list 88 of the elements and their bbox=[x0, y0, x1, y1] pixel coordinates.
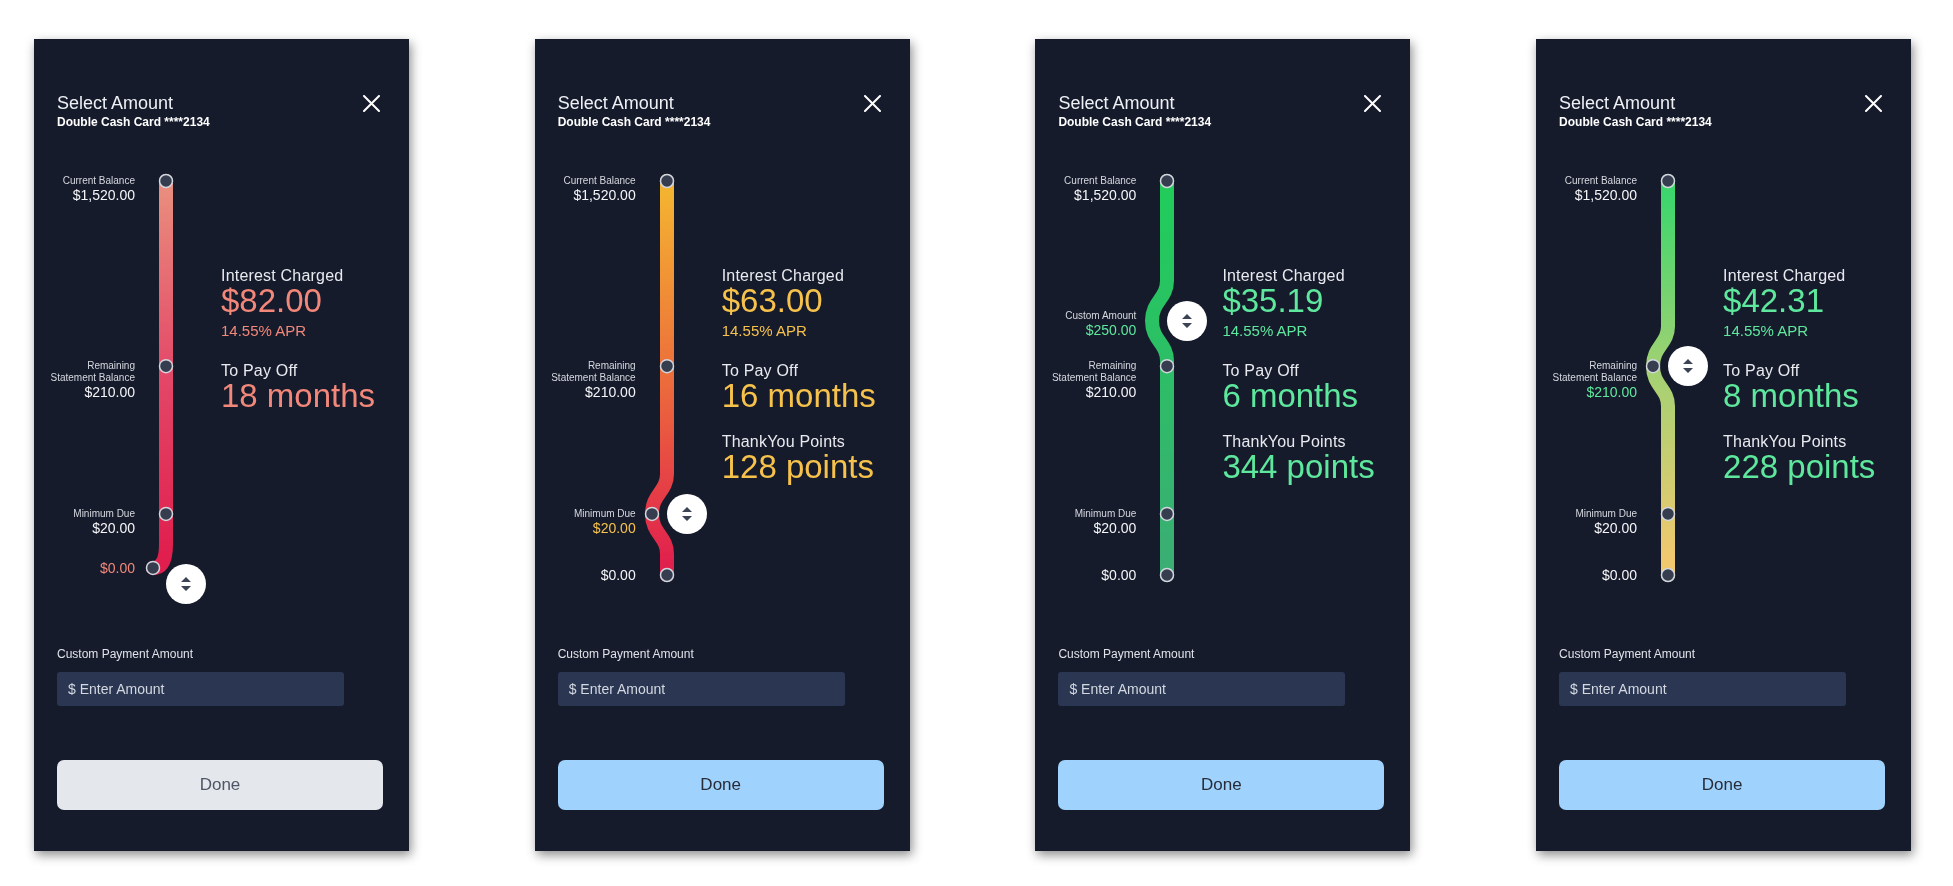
marker-amount: $0.00 bbox=[600, 567, 636, 583]
stat-value: 16 months bbox=[721, 381, 876, 411]
close-button[interactable] bbox=[1865, 95, 1883, 112]
screen-title: Select Amount bbox=[1058, 92, 1175, 114]
field-label: Custom Payment Amount bbox=[1559, 647, 1696, 662]
stat-label: Interest Charged bbox=[1222, 266, 1345, 286]
card-subtitle: Double Cash Card ****2134 bbox=[1559, 115, 1712, 130]
marker-amount: $1,520.00 bbox=[573, 187, 636, 203]
stat-label: ThankYou Points bbox=[721, 432, 846, 452]
marker-label: Remaining Statement Balance bbox=[49, 360, 135, 385]
amount-input[interactable]: $ Enter Amount bbox=[57, 671, 344, 706]
close-button[interactable] bbox=[863, 95, 881, 112]
screen-title: Select Amount bbox=[557, 92, 674, 114]
marker-label: Minimum Due bbox=[574, 507, 636, 520]
marker-amount: $20.00 bbox=[1093, 519, 1137, 536]
stat-note: 14.55% APR bbox=[721, 322, 807, 340]
stat-note: 14.55% APR bbox=[221, 322, 307, 340]
stat-value: 6 months bbox=[1222, 381, 1359, 411]
amount-input[interactable]: $ Enter Amount bbox=[557, 671, 845, 706]
stat-label: Interest Charged bbox=[721, 266, 845, 286]
marker-label: Current Balance bbox=[1564, 175, 1638, 187]
marker-amount: $210.00 bbox=[1085, 384, 1137, 401]
marker-amount: $0.00 bbox=[1602, 567, 1638, 583]
marker-label: Custom Amount bbox=[1065, 309, 1137, 322]
slider-handle[interactable] bbox=[166, 563, 206, 604]
field-label: Custom Payment Amount bbox=[557, 647, 694, 662]
marker-label: Minimum Due bbox=[73, 507, 135, 520]
marker-amount: $210.00 bbox=[1586, 384, 1638, 401]
close-icon bbox=[1865, 95, 1883, 112]
up-down-arrows-icon bbox=[681, 506, 692, 521]
stat-label: To Pay Off bbox=[1222, 361, 1299, 381]
field-label: Custom Payment Amount bbox=[1058, 647, 1195, 662]
marker-amount: $1,520.00 bbox=[72, 187, 135, 203]
done-button[interactable]: Done bbox=[557, 760, 884, 810]
marker-amount: $1,520.00 bbox=[1074, 187, 1137, 203]
marker-label: Remaining Statement Balance bbox=[1050, 360, 1137, 385]
marker-amount: $20.00 bbox=[92, 519, 135, 536]
done-button[interactable]: Done bbox=[1559, 760, 1886, 810]
marker-amount: $1,520.00 bbox=[1574, 187, 1638, 203]
stat-label: ThankYou Points bbox=[1723, 432, 1847, 452]
marker-amount: $210.00 bbox=[84, 384, 135, 401]
amount-input[interactable]: $ Enter Amount bbox=[1058, 671, 1346, 706]
marker-label: Current Balance bbox=[563, 175, 636, 187]
marker-amount: $20.00 bbox=[592, 519, 636, 536]
marker-label: Current Balance bbox=[62, 175, 135, 187]
stat-value: $42.31 bbox=[1723, 286, 1824, 316]
stat-value: $63.00 bbox=[721, 286, 823, 316]
marker-amount: $0.00 bbox=[99, 559, 135, 576]
stat-label: ThankYou Points bbox=[1222, 432, 1346, 452]
up-down-arrows-icon bbox=[181, 576, 191, 591]
marker-amount: $20.00 bbox=[1594, 519, 1638, 536]
stat-label: To Pay Off bbox=[721, 361, 799, 381]
amount-input[interactable]: $ Enter Amount bbox=[1559, 671, 1847, 706]
stat-label: Interest Charged bbox=[221, 266, 344, 286]
card-subtitle: Double Cash Card ****2134 bbox=[557, 115, 711, 130]
card-subtitle: Double Cash Card ****2134 bbox=[1058, 115, 1212, 130]
close-button[interactable] bbox=[1364, 95, 1382, 112]
marker-label: Minimum Due bbox=[1074, 507, 1137, 520]
marker-amount: $0.00 bbox=[1101, 567, 1137, 583]
stat-label: To Pay Off bbox=[1723, 361, 1800, 381]
close-button[interactable] bbox=[363, 95, 380, 112]
slider-handle[interactable] bbox=[1167, 300, 1208, 341]
stat-label: To Pay Off bbox=[221, 361, 298, 381]
marker-amount: $250.00 bbox=[1085, 321, 1137, 338]
card-subtitle: Double Cash Card ****2134 bbox=[57, 115, 210, 130]
screen-title: Select Amount bbox=[57, 92, 174, 114]
close-icon bbox=[1364, 95, 1382, 112]
marker-label: Current Balance bbox=[1064, 175, 1137, 187]
stat-value: $82.00 bbox=[221, 286, 322, 316]
stat-value: 8 months bbox=[1723, 381, 1859, 411]
field-label: Custom Payment Amount bbox=[57, 647, 194, 662]
done-button[interactable]: Done bbox=[1058, 760, 1385, 810]
close-icon bbox=[863, 95, 881, 112]
marker-label: Minimum Due bbox=[1575, 507, 1638, 520]
slider-handle[interactable] bbox=[666, 493, 707, 534]
marker-label: Remaining Statement Balance bbox=[1551, 360, 1638, 385]
up-down-arrows-icon bbox=[1683, 359, 1694, 374]
stat-value: 18 months bbox=[221, 381, 376, 411]
close-icon bbox=[363, 95, 380, 112]
stat-label: Interest Charged bbox=[1723, 266, 1846, 286]
stat-value: $35.19 bbox=[1222, 286, 1324, 316]
stat-note: 14.55% APR bbox=[1222, 322, 1308, 340]
up-down-arrows-icon bbox=[1182, 313, 1193, 328]
marker-amount: $210.00 bbox=[585, 384, 636, 401]
stat-note: 14.55% APR bbox=[1723, 322, 1809, 340]
slider-handle[interactable] bbox=[1668, 346, 1709, 387]
screen-title: Select Amount bbox=[1559, 92, 1676, 114]
marker-label: Remaining Statement Balance bbox=[550, 360, 636, 385]
